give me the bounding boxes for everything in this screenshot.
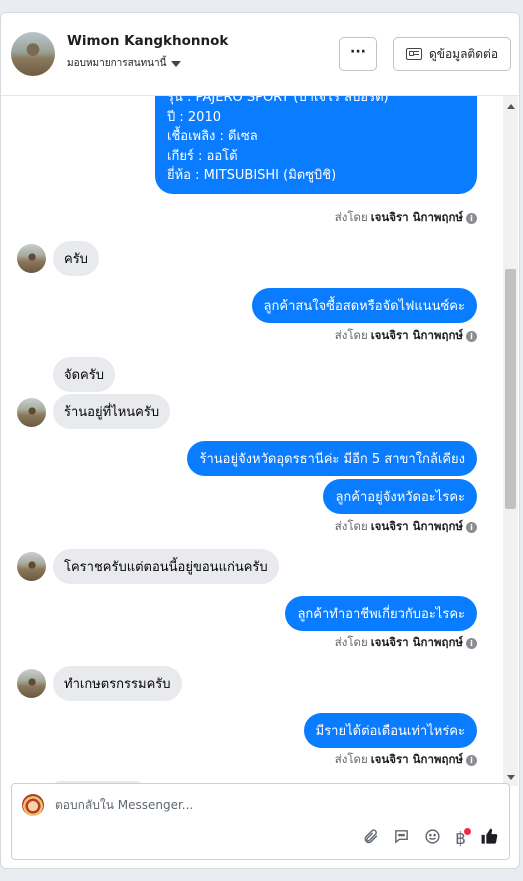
info-icon[interactable]: i [466, 637, 477, 649]
contact-avatar[interactable] [11, 32, 55, 76]
assign-label: มอบหมายการสนทนานี้ [67, 58, 167, 69]
sent-by-prefix: ส่งโดย [334, 328, 368, 342]
car-detail-line: รุ่น : PAJERO SPORT (ปาเจโร สปอร์ต) [167, 96, 389, 105]
contact-avatar-small[interactable] [17, 669, 46, 698]
outgoing-message-car-details: รุ่น : PAJERO SPORT (ปาเจโร สปอร์ต) ปี :… [155, 96, 477, 194]
info-icon[interactable]: i [466, 521, 477, 533]
sent-by-prefix: ส่งโดย [334, 210, 368, 224]
emoji-icon[interactable] [424, 828, 441, 850]
car-detail-line: ยี่ห้อ : MITSUBISHI (มิตซูบิชิ) [167, 168, 337, 183]
incoming-message: จัดครับ [53, 357, 115, 392]
like-icon[interactable] [480, 827, 499, 851]
assign-conversation-dropdown[interactable]: มอบหมายการสนทนานี้ [67, 56, 182, 71]
comment-icon[interactable] [393, 828, 410, 850]
car-detail-line: เกียร์ : ออโต้ [167, 148, 238, 164]
sent-by-agent[interactable]: เจนจิรา นิกาพฤกษ์ [371, 518, 463, 536]
contact-avatar-small[interactable] [17, 552, 46, 581]
caret-down-icon [171, 60, 182, 67]
car-detail-line: ปี : 2010 [167, 109, 221, 125]
contact-card-icon [405, 48, 422, 60]
sent-by-label: ส่งโดย เจนจิรา นิกาพฤกษ์ i [335, 634, 477, 652]
sent-by-agent[interactable]: เจนจิรา นิกาพฤกษ์ [371, 634, 463, 652]
message-thread[interactable]: รุ่น : PAJERO SPORT (ปาเจโร สปอร์ต) ปี :… [1, 96, 501, 786]
sent-by-prefix: ส่งโดย [334, 635, 368, 649]
outgoing-message: ลูกค้าทำอาชีพเกี่ยวกับอะไรคะ [285, 596, 477, 631]
scrollbar-thumb[interactable] [505, 269, 516, 509]
reply-input[interactable] [55, 798, 355, 812]
sent-by-label: ส่งโดย เจนจิรา นิกาพฤกษ์ i [335, 751, 477, 769]
conversation-header: Wimon Kangkhonnok มอบหมายการสนทนานี้ ···… [1, 13, 519, 96]
scroll-up-arrow-icon[interactable] [507, 104, 515, 109]
car-detail-line: เชื้อเพลิง : ดีเซล [167, 129, 258, 144]
sent-by-label: ส่งโดย เจนจิรา นิกาพฤกษ์ i [335, 209, 477, 227]
view-contact-button[interactable]: ดูข้อมูลติดต่อ [393, 37, 511, 71]
info-icon[interactable]: i [466, 754, 477, 766]
conversation-panel: Wimon Kangkhonnok มอบหมายการสนทนานี้ ···… [0, 12, 520, 869]
more-options-button[interactable]: ··· [339, 37, 377, 71]
paperclip-icon[interactable] [362, 828, 379, 850]
sent-by-label: ส่งโดย เจนจิรา นิกาพฤกษ์ i [335, 327, 477, 345]
baht-icon[interactable]: ฿ [455, 828, 471, 849]
sent-by-agent[interactable]: เจนจิรา นิกาพฤกษ์ [371, 327, 463, 345]
page-avatar [22, 794, 44, 816]
message-composer[interactable]: ฿ [11, 783, 510, 860]
sent-by-prefix: ส่งโดย [334, 519, 368, 533]
outgoing-message: มีรายได้ต่อเดือนเท่าไหร่คะ [303, 713, 477, 748]
incoming-message: โคราชครับแต่ตอนนี้อยู่ขอนแก่นครับ [53, 549, 279, 584]
composer-toolbar: ฿ [362, 827, 499, 851]
sent-by-prefix: ส่งโดย [334, 752, 368, 766]
contact-avatar-small[interactable] [17, 398, 46, 427]
sent-by-agent[interactable]: เจนจิรา นิกาพฤกษ์ [371, 751, 463, 769]
sent-by-label: ส่งโดย เจนจิรา นิกาพฤกษ์ i [335, 518, 477, 536]
incoming-message: ร้านอยู่ที่ไหนครับ [53, 394, 171, 429]
outgoing-message: ลูกค้าสนใจซื้อสดหรือจัดไฟแนนซ์คะ [251, 288, 477, 323]
contact-name[interactable]: Wimon Kangkhonnok [67, 33, 228, 49]
contact-avatar-small[interactable] [17, 244, 46, 273]
incoming-message: ครับ [53, 241, 99, 276]
info-icon[interactable]: i [466, 330, 477, 342]
view-contact-label: ดูข้อมูลติดต่อ [428, 46, 499, 61]
info-icon[interactable]: i [466, 212, 477, 224]
outgoing-message: ลูกค้าอยู่จังหวัดอะไรคะ [323, 479, 477, 514]
thread-scrollbar[interactable] [503, 96, 518, 786]
sent-by-agent[interactable]: เจนจิรา นิกาพฤกษ์ [371, 209, 463, 227]
outgoing-message: ร้านอยู่จังหวัดอุดรธานีค่ะ มีอีก 5 สาขาใ… [187, 441, 477, 476]
scroll-down-arrow-icon[interactable] [507, 775, 515, 780]
incoming-message: ทำเกษตรกรรมครับ [53, 666, 182, 701]
